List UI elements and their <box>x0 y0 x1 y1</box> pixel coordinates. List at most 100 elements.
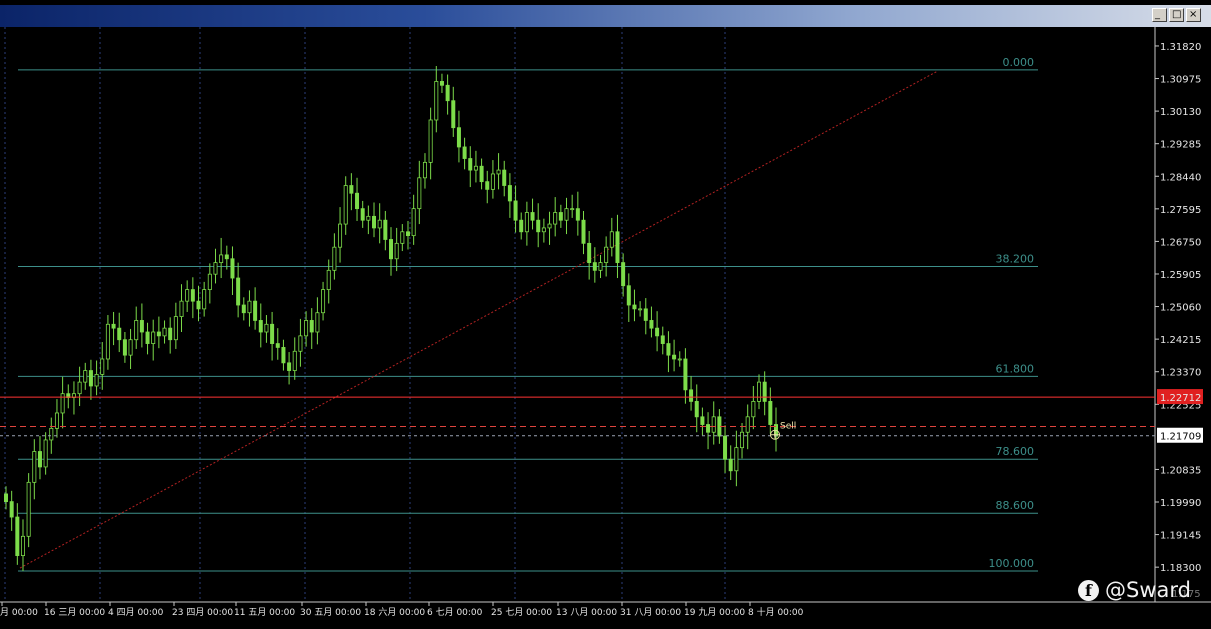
candle-body <box>394 242 399 260</box>
price-tick-label: 1.27595 <box>1160 205 1201 216</box>
candle-body <box>677 358 682 361</box>
candle-body <box>473 165 478 171</box>
candle-body <box>502 169 507 186</box>
candle-body <box>139 320 144 333</box>
title-bar[interactable]: _ □ × <box>0 5 1211 27</box>
candle-body <box>723 435 728 460</box>
candle-body <box>383 219 388 240</box>
fib-level-label: 78.600 <box>996 445 1035 458</box>
candle-body <box>496 169 501 175</box>
candle-body <box>411 208 416 237</box>
candle-body <box>445 84 450 102</box>
date-tick-label: 月 00:00 <box>0 607 38 618</box>
maximize-icon: □ <box>1172 9 1182 20</box>
date-tick-label: 11 五月 00:00 <box>234 607 295 618</box>
candle-body <box>304 320 309 337</box>
candle-body <box>609 231 614 248</box>
candle-body <box>94 374 99 387</box>
maximize-button[interactable]: □ <box>1169 8 1184 22</box>
candle-body <box>762 381 767 402</box>
close-button[interactable]: × <box>1186 8 1201 22</box>
candle-body <box>683 358 688 391</box>
candle-body <box>190 289 195 302</box>
candle-body <box>462 146 467 159</box>
candle-body <box>587 242 592 264</box>
candle-body <box>666 343 671 356</box>
price-tick-label: 1.20835 <box>1160 465 1201 476</box>
date-tick-label: 16 三月 00:00 <box>44 607 105 618</box>
candle-body <box>372 215 377 229</box>
candle-body <box>151 331 156 344</box>
candle-body <box>400 231 405 244</box>
candle-body <box>592 262 597 271</box>
fib-level-label: 0.000 <box>1003 56 1035 69</box>
price-tick-label: 1.25905 <box>1160 270 1201 281</box>
date-tick-label: 4 四月 00:00 <box>108 607 164 618</box>
fib-level-label: 38.200 <box>996 252 1035 265</box>
price-tick-label: 1.23370 <box>1160 368 1201 379</box>
candle-body <box>111 323 116 329</box>
candle-body <box>338 223 343 248</box>
price-tick-label: 1.29285 <box>1160 140 1201 151</box>
candle-body <box>490 173 495 190</box>
candle-body <box>326 269 331 290</box>
candle-body <box>43 439 48 468</box>
fib-level-label: 88.600 <box>996 499 1035 512</box>
candle-body <box>417 177 422 210</box>
candle-body <box>15 516 20 556</box>
candle-body <box>740 431 745 449</box>
facebook-icon: f <box>1078 579 1099 601</box>
candle-body <box>643 308 648 321</box>
price-tick-label: 1.19145 <box>1160 531 1201 542</box>
minimize-icon: _ <box>1155 9 1160 20</box>
candle-body <box>88 370 93 387</box>
candle-body <box>558 212 563 221</box>
candle-body <box>236 277 241 306</box>
candle-body <box>711 416 716 433</box>
candle-body <box>700 416 705 425</box>
candle-body <box>422 161 427 179</box>
minimize-button[interactable]: _ <box>1152 8 1167 22</box>
candle-body <box>388 239 393 260</box>
price-tick-label: 1.19990 <box>1160 498 1201 509</box>
candle-body <box>230 258 235 279</box>
candle-body <box>513 200 518 221</box>
chart-canvas[interactable]: 0.000 38.200 61.800 78.600 88.600 100.000 1.3… <box>0 27 1211 629</box>
candle-body <box>100 358 105 375</box>
price-tick-label: 1.18300 <box>1160 563 1201 574</box>
candlestick-series <box>4 66 779 572</box>
current-price-tag-label: 1.21709 <box>1160 432 1201 443</box>
candle-body <box>247 300 252 314</box>
price-tick-label: 1.24215 <box>1160 335 1201 346</box>
candle-body <box>604 246 609 264</box>
candle-body <box>479 165 484 183</box>
window-controls: _ □ × <box>1152 8 1201 22</box>
candle-body <box>405 231 410 237</box>
candle-body <box>547 223 552 229</box>
date-tick-label: 13 八月 00:00 <box>556 607 617 618</box>
date-tick-label: 23 四月 00:00 <box>172 607 233 618</box>
watermark-handle: @Sward <box>1105 578 1191 602</box>
candle-body <box>632 304 637 310</box>
candle-body <box>179 300 184 317</box>
candle-body <box>485 181 490 190</box>
candle-body <box>530 212 535 221</box>
candle-body <box>26 481 31 537</box>
candle-body <box>355 192 360 210</box>
fibonacci-retracement: 0.000 38.200 61.800 78.600 88.600 100.000 <box>18 56 1038 572</box>
candle-body <box>728 458 733 472</box>
price-tick-label: 1.25060 <box>1160 303 1201 314</box>
candle-body <box>315 312 320 333</box>
candle-body <box>253 300 258 321</box>
candle-body <box>570 208 575 211</box>
candle-body <box>626 285 631 306</box>
price-chart[interactable]: 0.000 38.200 61.800 78.600 88.600 100.000 1.3… <box>0 27 1211 629</box>
candle-body <box>734 447 739 472</box>
candle-body <box>37 451 42 468</box>
candle-body <box>332 246 337 271</box>
candle-body <box>77 381 82 395</box>
candle-body <box>275 343 280 348</box>
candle-body <box>4 493 9 503</box>
candle-body <box>564 208 569 221</box>
candle-body <box>660 335 665 344</box>
